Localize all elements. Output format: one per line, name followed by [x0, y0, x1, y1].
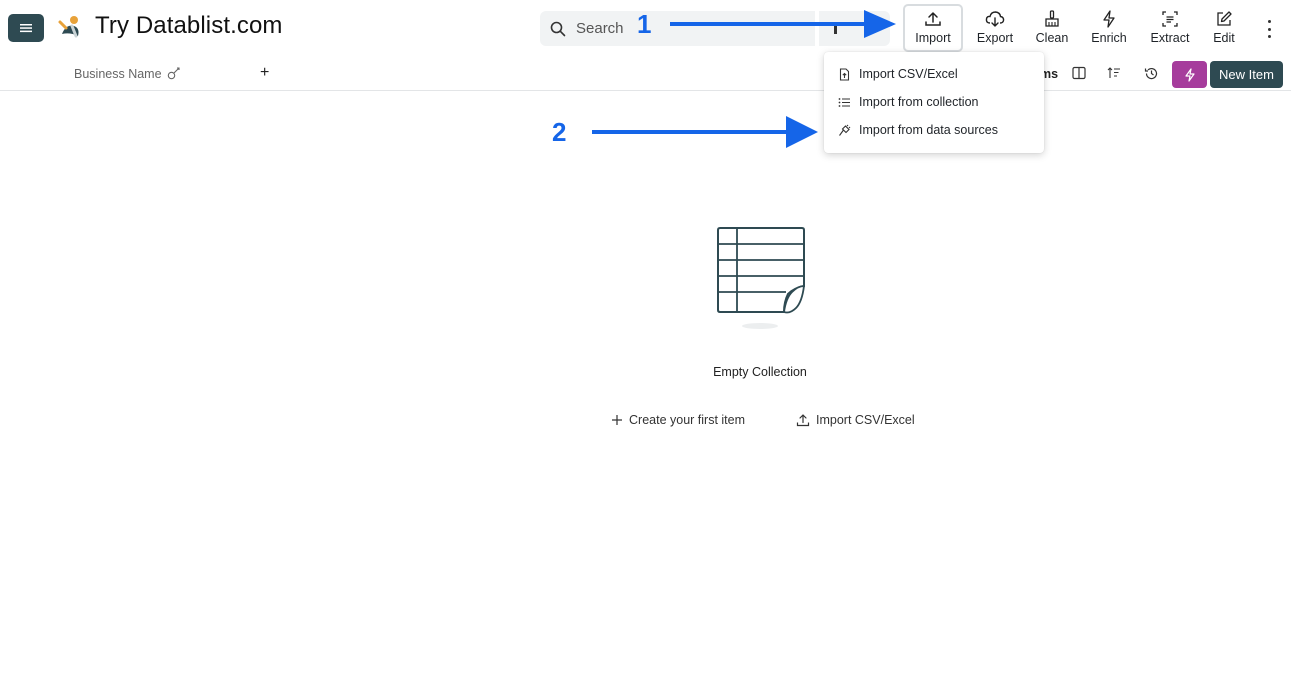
empty-table-illustration-icon	[717, 227, 806, 329]
more-options-icon[interactable]	[1262, 20, 1276, 38]
file-upload-icon	[839, 67, 850, 81]
run-enrichment-button[interactable]	[1172, 61, 1207, 88]
datablist-logo-icon	[58, 16, 79, 38]
columns-icon[interactable]	[1072, 66, 1086, 80]
annotation-step-2: 2	[552, 117, 567, 147]
menu-button[interactable]	[8, 14, 44, 42]
export-label: Export	[976, 31, 1014, 45]
search-icon	[550, 21, 566, 36]
new-item-button[interactable]: New Item	[1210, 61, 1283, 88]
search-input[interactable]: Search	[576, 20, 624, 37]
scan-text-icon	[1162, 11, 1178, 27]
create-first-item-button[interactable]: Create your first item	[611, 413, 745, 427]
clean-label: Clean	[1035, 31, 1069, 45]
empty-state-title: Empty Collection	[713, 365, 807, 379]
table-header-row: Business Name + ms New Item	[0, 58, 1291, 91]
import-label: Import	[915, 31, 951, 45]
create-first-item-label: Create your first item	[629, 413, 746, 427]
annotation-arrow-1	[670, 10, 896, 38]
plug-icon	[839, 124, 851, 136]
clean-button[interactable]: Clean	[1024, 4, 1080, 52]
upload-icon	[925, 12, 941, 26]
menu-item-import-data-sources[interactable]: Import from data sources	[824, 116, 1044, 144]
extract-button[interactable]: Extract	[1142, 4, 1198, 52]
menu-item-import-csv[interactable]: Import CSV/Excel	[824, 60, 1044, 88]
edit-label: Edit	[1213, 31, 1235, 45]
menu-item-label: Import from collection	[859, 95, 979, 109]
annotation-step-1: 1	[637, 9, 652, 39]
export-button[interactable]: Export	[967, 4, 1023, 52]
hamburger-icon	[20, 24, 32, 33]
lightning-icon	[1184, 67, 1195, 82]
app-title: Try Datablist.com	[95, 12, 283, 39]
add-column-icon[interactable]: +	[260, 64, 269, 82]
plus-icon	[612, 415, 622, 425]
history-icon[interactable]	[1144, 66, 1159, 81]
key-icon	[167, 67, 180, 80]
menu-item-import-collection[interactable]: Import from collection	[824, 88, 1044, 116]
broom-icon	[1045, 10, 1059, 27]
sort-icon[interactable]	[1107, 66, 1121, 80]
enrich-button[interactable]: Enrich	[1081, 4, 1137, 52]
lightning-icon	[1103, 10, 1115, 28]
menu-item-label: Import from data sources	[859, 123, 998, 137]
upload-icon	[796, 414, 810, 427]
edit-icon	[1217, 11, 1232, 26]
import-dropdown-menu: Import CSV/Excel Import from collection …	[824, 52, 1044, 153]
enrich-label: Enrich	[1091, 31, 1127, 45]
import-csv-label: Import CSV/Excel	[816, 413, 915, 427]
import-button[interactable]: Import	[903, 4, 963, 52]
list-icon	[838, 97, 850, 107]
edit-button[interactable]: Edit	[1196, 4, 1252, 52]
annotation-arrow-2	[592, 116, 818, 148]
menu-item-label: Import CSV/Excel	[859, 67, 958, 81]
cloud-download-icon	[985, 11, 1005, 27]
column-header-business-name[interactable]: Business Name	[74, 67, 162, 81]
import-csv-button[interactable]: Import CSV/Excel	[796, 413, 915, 427]
extract-label: Extract	[1150, 31, 1190, 45]
